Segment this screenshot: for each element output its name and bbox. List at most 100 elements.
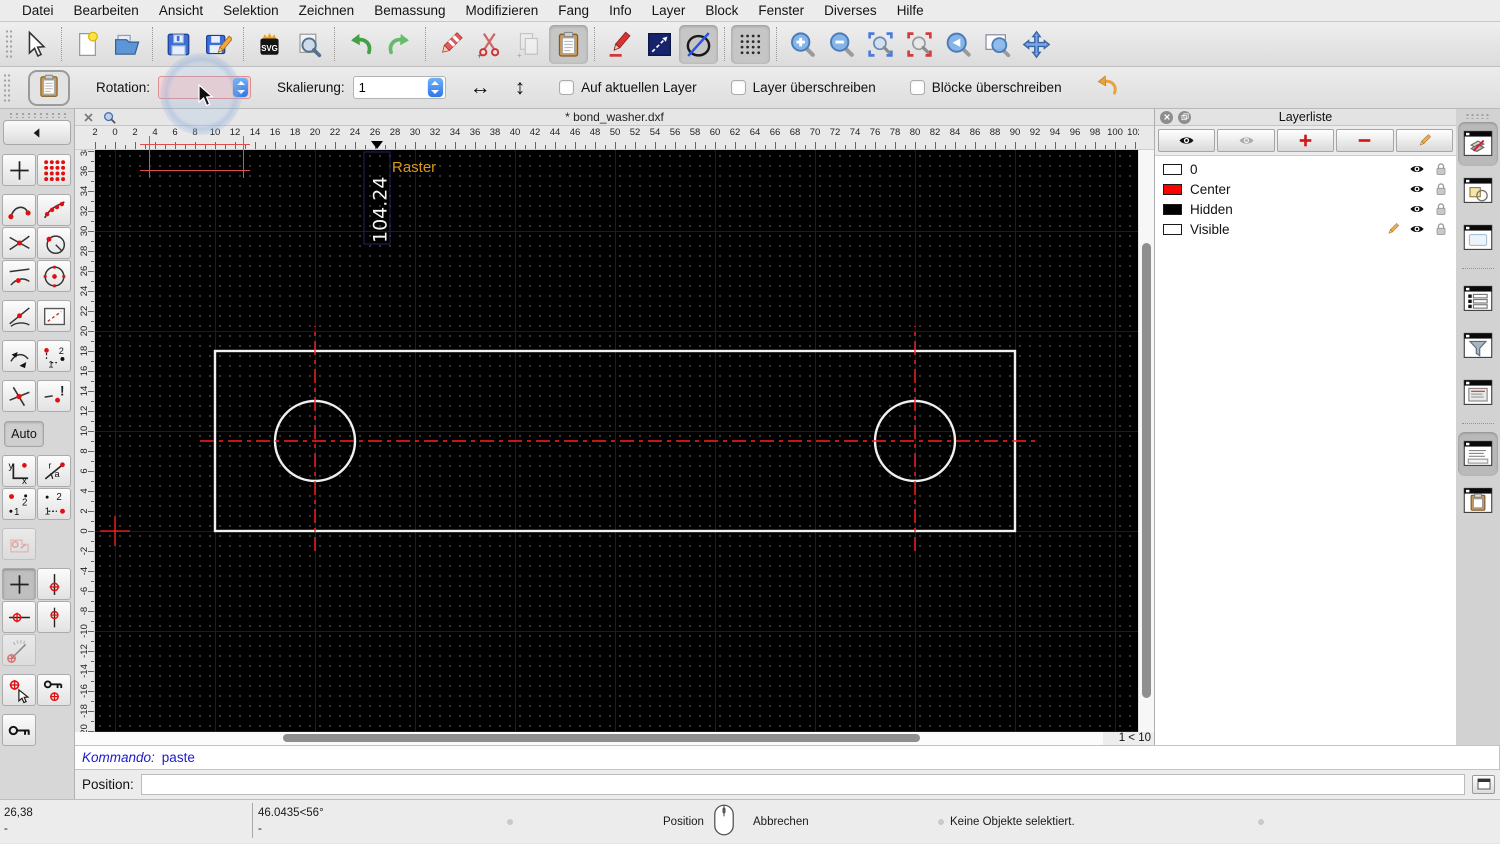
layer-lock-icon[interactable] <box>1433 161 1449 177</box>
layer-visibility-icon[interactable] <box>1409 221 1425 237</box>
flip-vertical-button[interactable]: ↕ <box>515 77 526 98</box>
vertical-scrollbar[interactable] <box>1138 150 1154 732</box>
layer-visibility-icon[interactable] <box>1409 161 1425 177</box>
layer-visibility-icon[interactable] <box>1409 201 1425 217</box>
layer-color-swatch[interactable] <box>1163 183 1182 195</box>
overlay-gray-button[interactable] <box>2 528 36 560</box>
layer-row-visible[interactable]: Visible <box>1155 219 1456 239</box>
coord-polar-button[interactable]: ra <box>37 455 71 487</box>
checkbox-box[interactable] <box>909 80 925 95</box>
layer-lock-icon[interactable] <box>1433 221 1449 237</box>
vertical-scrollbar-thumb[interactable] <box>1142 243 1151 698</box>
dock-library-button[interactable] <box>1458 216 1498 260</box>
intersection-manual-button[interactable]: ! <box>37 380 71 412</box>
undock-panel-icon[interactable] <box>1178 110 1191 124</box>
dock-command-line-button[interactable] <box>1458 432 1498 476</box>
show-all-layers-button[interactable] <box>1158 129 1216 152</box>
menu-item-hilfe[interactable]: Hilfe <box>887 3 934 18</box>
checkbox-auf-aktuellen-layer[interactable]: Auf aktuellen Layer <box>559 80 697 95</box>
reset-action-button[interactable] <box>1090 71 1124 105</box>
menu-item-bemassung[interactable]: Bemassung <box>364 3 455 18</box>
checkbox-box[interactable] <box>559 80 575 95</box>
cut-button[interactable]: + <box>471 25 510 64</box>
scale-input[interactable] <box>358 80 419 95</box>
snap-intersection-button[interactable] <box>2 227 36 259</box>
lock-rel-zero-button[interactable] <box>37 674 71 706</box>
angle-gauge-button[interactable] <box>2 634 36 666</box>
new-file-button[interactable] <box>68 25 107 64</box>
grid-toggle-button[interactable] <box>731 24 770 64</box>
position-input[interactable] <box>140 773 1465 795</box>
drawing-canvas[interactable]: 104.24 Raster <box>95 150 1138 732</box>
circle-tool-button[interactable] <box>679 24 718 64</box>
flip-horizontal-button[interactable]: ↔ <box>470 77 491 98</box>
zoom-window-button[interactable] <box>978 25 1017 64</box>
add-layer-button[interactable] <box>1276 129 1335 152</box>
auto-snap-button[interactable]: Auto <box>4 421 44 447</box>
menu-item-diverses[interactable]: Diverses <box>814 3 887 18</box>
snap-nearest-button[interactable] <box>2 260 36 292</box>
delete-entities-button[interactable] <box>432 25 471 64</box>
draw-pen-button[interactable] <box>601 25 640 64</box>
points-ref-a-button[interactable]: 12 <box>2 488 36 520</box>
redo-button[interactable] <box>380 25 419 64</box>
rel-zero-key-button[interactable] <box>2 714 36 746</box>
hide-all-layers-button[interactable] <box>1217 129 1275 152</box>
undo-button[interactable] <box>341 25 380 64</box>
crosshair-plus-button[interactable] <box>2 568 36 600</box>
layer-color-swatch[interactable] <box>1163 203 1182 215</box>
menu-item-bearbeiten[interactable]: Bearbeiten <box>64 3 149 18</box>
close-panel-icon[interactable] <box>1160 110 1173 124</box>
dock-layer-list-button[interactable] <box>1458 122 1498 166</box>
paste-button[interactable] <box>549 24 588 64</box>
snap-middle-button[interactable] <box>2 300 36 332</box>
collapse-palette-button[interactable] <box>3 120 71 145</box>
crosshair-h-button[interactable] <box>2 601 36 633</box>
menu-item-selektion[interactable]: Selektion <box>213 3 289 18</box>
menu-item-info[interactable]: Info <box>599 3 642 18</box>
horizontal-scrollbar[interactable] <box>75 732 1103 745</box>
zoom-pan-button[interactable] <box>1017 25 1056 64</box>
zoom-previous-button[interactable] <box>939 25 978 64</box>
snap-grid-button[interactable] <box>37 154 71 186</box>
intersection-x-button[interactable] <box>2 380 36 412</box>
points-ref-b-button[interactable]: 12 <box>37 488 71 520</box>
crosshair-dot-button[interactable] <box>37 601 71 633</box>
layer-lock-icon[interactable] <box>1433 181 1449 197</box>
open-file-button[interactable] <box>107 25 146 64</box>
scale-field[interactable] <box>352 76 446 99</box>
layer-row-0[interactable]: 0 <box>1155 159 1456 179</box>
snap-free-button[interactable] <box>2 154 36 186</box>
snap-distance-button[interactable] <box>37 227 71 259</box>
zoom-redraw-button[interactable] <box>900 25 939 64</box>
menu-item-zeichnen[interactable]: Zeichnen <box>289 3 365 18</box>
horizontal-scrollbar-thumb[interactable] <box>283 734 920 742</box>
dock-block-list-button[interactable] <box>1458 169 1498 213</box>
layer-row-center[interactable]: Center <box>1155 179 1456 199</box>
menu-item-modifizieren[interactable]: Modifizieren <box>456 3 549 18</box>
layer-color-swatch[interactable] <box>1163 163 1182 175</box>
remove-layer-button[interactable] <box>1336 129 1394 152</box>
print-preview-button[interactable] <box>289 25 328 64</box>
zoom-out-button[interactable] <box>822 25 861 64</box>
dock-filter-button[interactable] <box>1458 324 1498 368</box>
snap-endpoints-button[interactable] <box>2 194 36 226</box>
layer-visibility-icon[interactable] <box>1409 181 1425 197</box>
command-options-button[interactable] <box>1472 774 1495 794</box>
dock-console-button[interactable] <box>1458 371 1498 415</box>
layer-color-swatch[interactable] <box>1163 223 1182 235</box>
line-tool-button[interactable] <box>640 25 679 64</box>
rotated-dimension-label[interactable]: 104.24 <box>370 177 392 243</box>
zoom-auto-button[interactable] <box>861 25 900 64</box>
restrict-ortho-button[interactable]: 12 <box>37 340 71 372</box>
snap-on-entity-button[interactable] <box>37 194 71 226</box>
restrict-free-button[interactable] <box>2 340 36 372</box>
menu-item-fenster[interactable]: Fenster <box>748 3 814 18</box>
layer-row-hidden[interactable]: Hidden <box>1155 199 1456 219</box>
cad-drawing[interactable]: 104.24Raster <box>95 150 1138 732</box>
dock-entity-list-button[interactable] <box>1458 277 1498 321</box>
menu-item-ansicht[interactable]: Ansicht <box>149 3 213 18</box>
scale-stepper[interactable] <box>427 78 443 97</box>
menu-item-datei[interactable]: Datei <box>12 3 64 18</box>
snap-center-button[interactable] <box>37 260 71 292</box>
